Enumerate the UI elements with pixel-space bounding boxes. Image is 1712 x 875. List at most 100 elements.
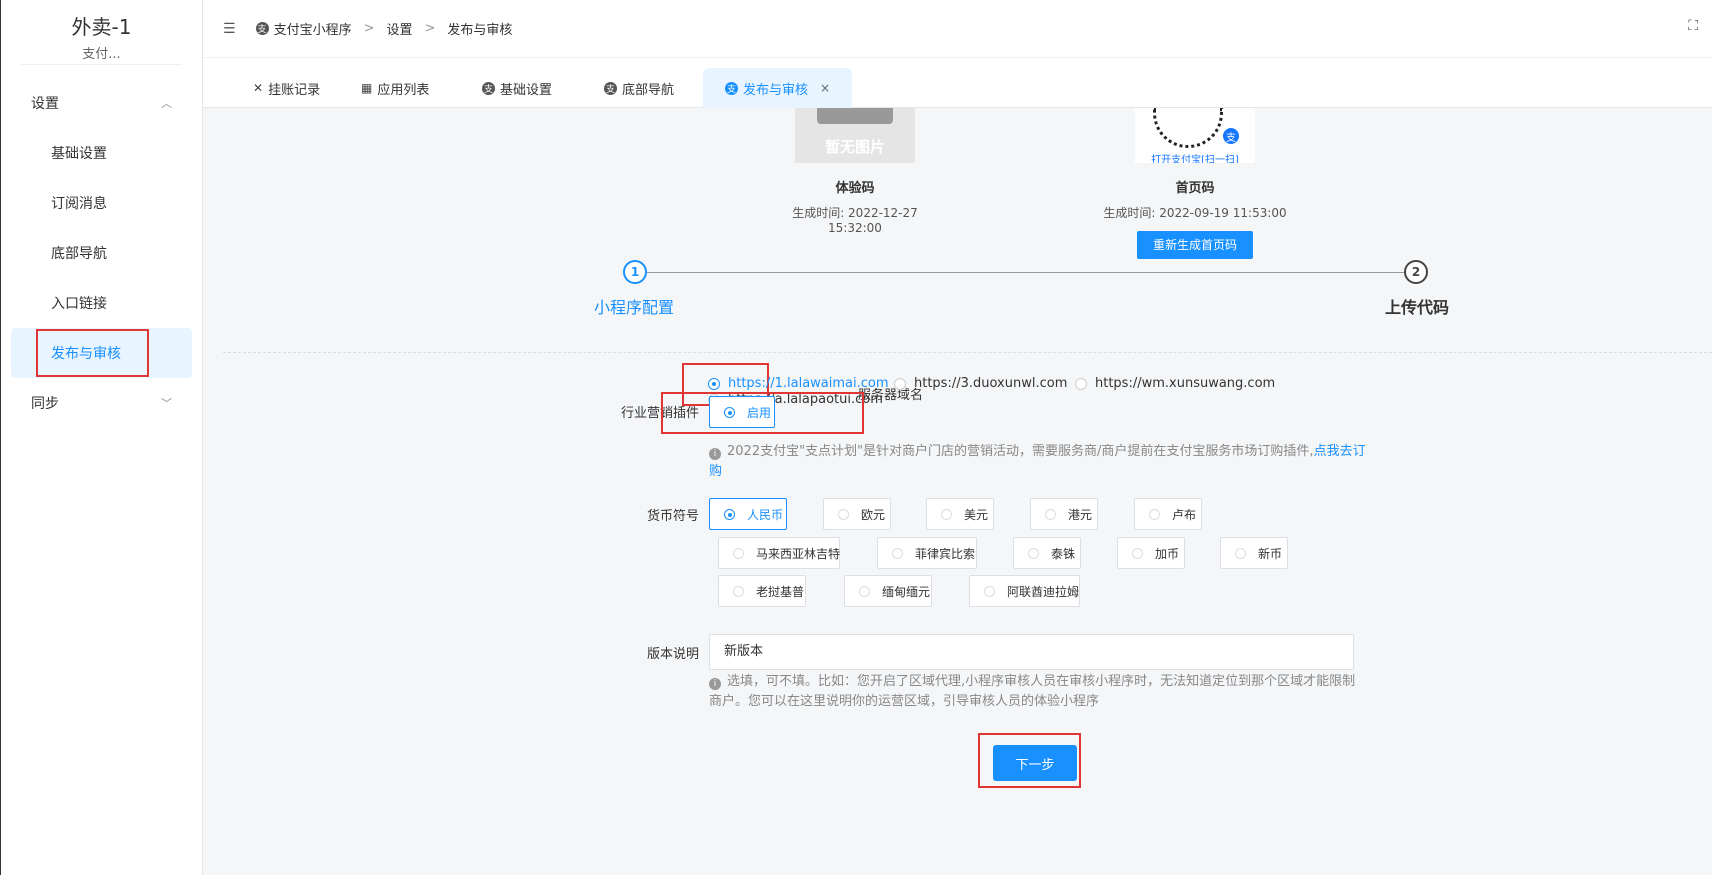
currency-cad[interactable]: 加币 <box>1117 537 1185 569</box>
home-code-title: 首页码 <box>1175 181 1215 196</box>
radio-dot <box>1149 508 1160 520</box>
alipay-icon: 支 <box>255 22 269 35</box>
radio-label: 新币 <box>1258 546 1283 561</box>
hint-text: 选填，可不填。比如：您开启了区域代理,小程序审核人员在审核小程序时，无法知道定位… <box>727 674 1356 689</box>
qr-caption: 打开支付宝[扫一扫] <box>1151 155 1239 163</box>
sidebar-group-sync[interactable]: 同步 ﹀ <box>1 378 202 428</box>
sidebar-group-label: 设置 <box>31 96 59 112</box>
radio-label: 港元 <box>1068 507 1093 522</box>
server-radio-3[interactable]: https://wm.xunsuwang.com <box>1075 376 1275 391</box>
radio-label: https://3.duoxunwl.com <box>914 376 1068 391</box>
radio-dot <box>1075 377 1087 390</box>
radio-label: 马来西亚林吉特 <box>756 546 841 561</box>
radio-dot <box>733 585 744 597</box>
dashed-divider <box>223 352 1712 353</box>
radio-label: 缅甸缅元 <box>882 584 931 599</box>
radio-label: 菲律宾比索 <box>915 546 976 561</box>
radio-dot <box>1045 508 1056 520</box>
chevron-down-icon: ﹀ <box>161 397 172 410</box>
tab-label: 基础设置 <box>500 82 553 98</box>
radio-dot <box>892 547 903 559</box>
version-note-label: 版本说明 <box>646 647 699 662</box>
radio-label: 启用 <box>747 405 772 420</box>
breadcrumb-separator: > <box>424 21 436 36</box>
server-radio-1[interactable]: https://1.lalawaimai.com <box>708 376 889 391</box>
server-radio-2[interactable]: https://3.duoxunwl.com <box>894 376 1067 391</box>
radio-dot <box>984 585 995 597</box>
main-content: 暂无图片 体验码 生成时间: 2022-12-27 15:32:00 支 打开支… <box>223 108 1712 875</box>
radio-label: 加币 <box>1155 546 1180 561</box>
radio-dot <box>724 406 735 418</box>
sidebar-item-bottom-nav[interactable]: 底部导航 <box>1 228 202 278</box>
radio-dot <box>1235 547 1246 559</box>
breadcrumb-item: 发布与审核 <box>447 23 513 38</box>
fullscreen-icon[interactable]: ⛶ <box>1688 18 1698 34</box>
radio-label: 卢布 <box>1172 507 1197 522</box>
tools-icon: ✕ <box>253 81 264 95</box>
tab-bottom-nav[interactable]: 支 底部导航 <box>604 68 674 108</box>
radio-dot <box>1028 547 1039 559</box>
currency-php[interactable]: 菲律宾比索 <box>877 537 977 569</box>
sidebar: 外卖-1 支付... 设置 ︿ 基础设置 订阅消息 底部导航 入口链接 发布与审… <box>0 0 203 875</box>
sidebar-item-basic-settings[interactable]: 基础设置 <box>1 128 202 178</box>
radio-label: 泰铢 <box>1051 546 1076 561</box>
subscribe-link-cont[interactable]: 购 <box>709 464 722 479</box>
alipay-icon: 支 <box>725 81 738 95</box>
currency-mmk[interactable]: 缅甸缅元 <box>844 575 932 607</box>
trial-code-time: 生成时间: 2022-12-27 15:32:00 <box>792 206 918 235</box>
step-connector <box>635 272 1405 273</box>
currency-usd[interactable]: 美元 <box>926 498 994 530</box>
subscribe-link[interactable]: 点我去订 <box>1314 444 1366 459</box>
currency-lak[interactable]: 老挝基普 <box>718 575 806 607</box>
breadcrumb: 支 支付宝小程序 > 设置 > 发布与审核 <box>255 19 513 38</box>
brand-subtitle: 支付... <box>82 47 121 62</box>
version-hint: i 选填，可不填。比如：您开启了区域代理,小程序审核人员在审核小程序时，无法知道定… <box>709 672 1369 712</box>
radio-label: 欧元 <box>861 507 886 522</box>
currency-myr[interactable]: 马来西亚林吉特 <box>718 537 840 569</box>
plugin-hint: i 2022支付宝"支点计划"是针对商户门店的营销活动，需要服务商/商户提前在支付… <box>709 442 1369 482</box>
currency-rub[interactable]: 卢布 <box>1134 498 1202 530</box>
sidebar-group-settings[interactable]: 设置 ︿ <box>1 78 202 128</box>
alipay-icon: 支 <box>1223 128 1239 144</box>
breadcrumb-item[interactable]: 支付宝小程序 <box>274 19 352 38</box>
regenerate-home-code-button[interactable]: 重新生成首页码 <box>1136 231 1253 259</box>
currency-thb[interactable]: 泰铢 <box>1013 537 1081 569</box>
close-icon[interactable]: × <box>820 81 830 95</box>
tab-credit-records[interactable]: ✕ 挂账记录 <box>253 68 320 108</box>
radio-label: 阿联酋迪拉姆 <box>1007 584 1080 599</box>
breadcrumb-separator: > <box>363 21 375 36</box>
menu-fold-icon[interactable]: ☰ <box>223 21 236 37</box>
no-image-placeholder: 暂无图片 <box>795 108 915 163</box>
home-code-card: 支 打开支付宝[扫一扫] 首页码 生成时间: 2022-09-19 11:53:… <box>1095 108 1295 259</box>
currency-aed[interactable]: 阿联酋迪拉姆 <box>969 575 1080 607</box>
alipay-icon: 支 <box>604 81 617 95</box>
brand-title: 外卖-1 <box>71 15 132 39</box>
breadcrumb-item[interactable]: 设置 <box>386 19 412 38</box>
currency-cny[interactable]: 人民币 <box>709 498 787 530</box>
tab-label: 应用列表 <box>377 82 430 98</box>
radio-dot <box>708 377 720 390</box>
currency-eur[interactable]: 欧元 <box>823 498 891 530</box>
step-2-label: 上传代码 <box>1385 298 1450 317</box>
tab-label: 挂账记录 <box>268 82 321 98</box>
radio-dot <box>894 377 906 390</box>
brand: 外卖-1 支付... <box>21 0 182 65</box>
currency-hkd[interactable]: 港元 <box>1030 498 1098 530</box>
sidebar-item-subscribe-message[interactable]: 订阅消息 <box>1 178 202 228</box>
radio-dot <box>733 547 744 559</box>
radio-dot <box>724 508 735 520</box>
alipay-icon: 支 <box>482 81 495 95</box>
tab-label: 底部导航 <box>622 82 675 98</box>
plugin-enable-radio[interactable]: 启用 <box>709 396 775 428</box>
step-2-circle: 2 <box>1404 260 1428 284</box>
radio-dot <box>838 508 849 520</box>
tab-publish-review[interactable]: 支 发布与审核 × <box>703 68 853 108</box>
sidebar-group-label: 同步 <box>31 396 59 412</box>
radio-dot <box>1132 547 1143 559</box>
sidebar-item-entry-link[interactable]: 入口链接 <box>1 278 202 328</box>
tab-app-list[interactable]: ▦ 应用列表 <box>361 68 429 108</box>
currency-sgd[interactable]: 新币 <box>1220 537 1288 569</box>
tab-basic-settings[interactable]: 支 基础设置 <box>482 68 552 108</box>
version-note-input[interactable]: 新版本 <box>709 634 1354 670</box>
highlight-box-sidebar <box>36 329 149 377</box>
